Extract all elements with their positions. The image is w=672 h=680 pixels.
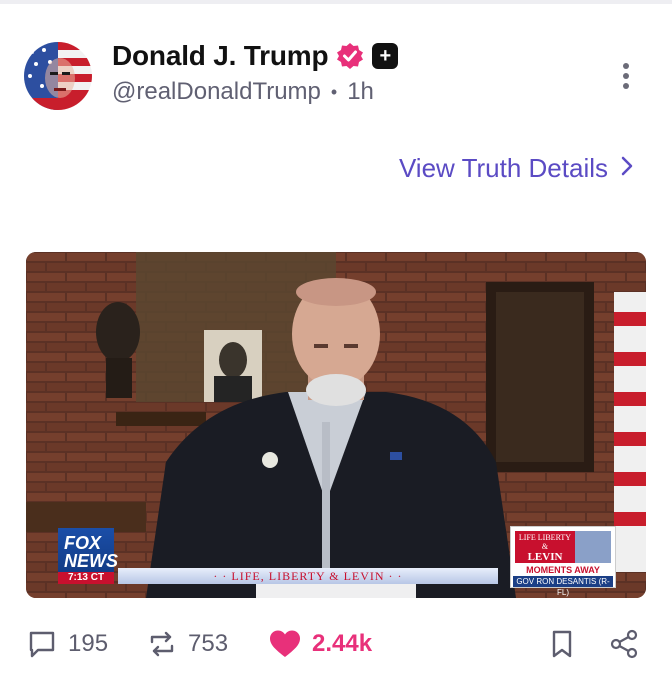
like-count: 2.44k bbox=[312, 630, 373, 657]
reply-count: 195 bbox=[68, 630, 109, 657]
fox-news-logo: FOX NEWS 7:13 CT bbox=[58, 528, 118, 584]
reply-icon bbox=[26, 628, 58, 660]
reply-button[interactable]: 195 bbox=[26, 624, 108, 664]
more-options-icon[interactable] bbox=[612, 58, 640, 94]
post-action-bar: 195 753 2.44k bbox=[26, 624, 646, 664]
handle-row: @realDonaldTrump • 1h bbox=[112, 78, 374, 106]
promo-guest-name: GOV RON DESANTIS (R-FL) bbox=[513, 576, 613, 597]
broadcast-clock: 7:13 CT bbox=[58, 572, 114, 584]
promo-moments-away: MOMENTS AWAY bbox=[526, 565, 600, 575]
view-truth-details-link[interactable]: View Truth Details bbox=[399, 153, 634, 184]
view-truth-details-label: View Truth Details bbox=[398, 153, 608, 183]
retruth-icon bbox=[146, 628, 178, 660]
name-row: Donald J. Trump + bbox=[112, 38, 399, 74]
promo-show-name: LEVIN bbox=[527, 551, 563, 563]
chevron-right-icon bbox=[620, 153, 634, 184]
promo-show-top: LIFE LIBERTY & bbox=[518, 533, 572, 551]
avatar[interactable] bbox=[24, 42, 92, 110]
share-button[interactable] bbox=[608, 624, 640, 664]
bookmark-button[interactable] bbox=[548, 624, 576, 664]
display-name[interactable]: Donald J. Trump bbox=[112, 40, 329, 72]
post-media-video[interactable]: FOX NEWS 7:13 CT · · LIFE, LIBERTY & LEV… bbox=[26, 252, 646, 598]
plus-badge-icon: + bbox=[372, 43, 399, 69]
promo-show-logo: LIFE LIBERTY & LEVIN bbox=[515, 531, 575, 563]
promo-guest-photo bbox=[575, 531, 611, 563]
retruth-button[interactable]: 753 bbox=[146, 624, 228, 664]
lower-third-banner: · · LIFE, LIBERTY & LEVIN · · bbox=[118, 568, 498, 584]
post-header: Donald J. Trump + @realDonaldTrump • 1h bbox=[24, 38, 648, 110]
verified-badge-icon bbox=[336, 42, 364, 70]
share-icon bbox=[608, 628, 640, 660]
handle[interactable]: @realDonaldTrump bbox=[112, 78, 321, 106]
post-time: 1h bbox=[347, 78, 374, 105]
bookmark-icon bbox=[548, 628, 576, 660]
retruth-count: 753 bbox=[188, 630, 229, 657]
separator-dot: • bbox=[330, 81, 338, 102]
heart-icon bbox=[268, 628, 302, 660]
top-divider bbox=[0, 0, 672, 4]
show-promo: LIFE LIBERTY & LEVIN MOMENTS AWAY GOV RO… bbox=[510, 526, 616, 597]
like-button[interactable]: 2.44k bbox=[268, 624, 372, 664]
network-logo-text: FOX NEWS bbox=[58, 528, 118, 572]
